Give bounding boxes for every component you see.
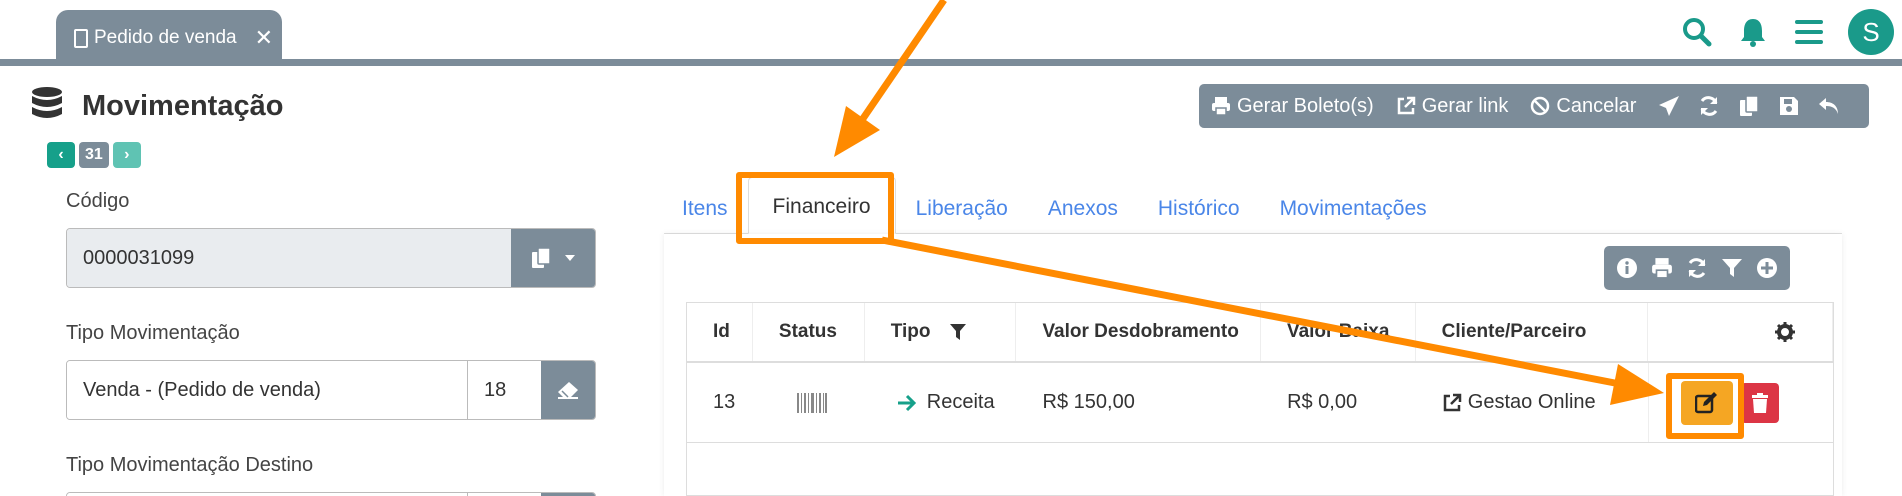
annotation-arrows — [834, 0, 1664, 405]
